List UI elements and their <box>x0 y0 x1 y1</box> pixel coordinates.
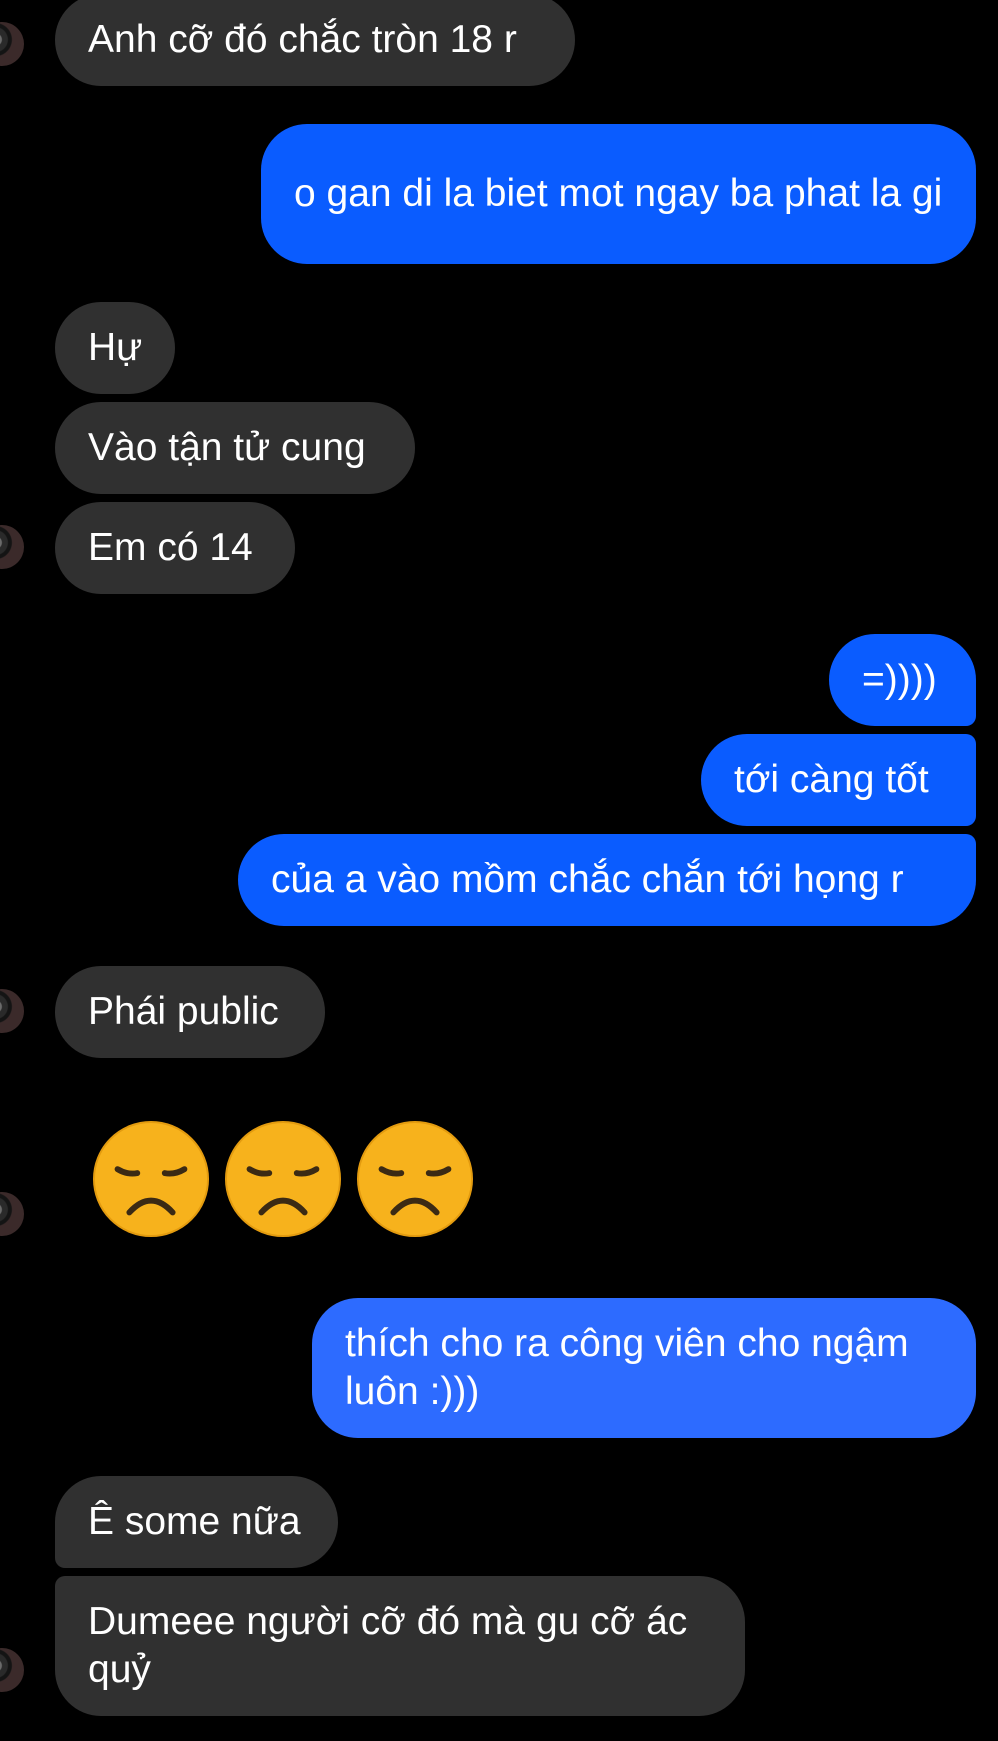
message-text: =)))) <box>862 658 937 701</box>
message-text: Hự <box>88 326 143 369</box>
emoji-message[interactable] <box>92 1120 474 1238</box>
message-text: của a vào mồm chắc chắn tới họng r <box>271 858 904 901</box>
message-text: tới càng tốt <box>734 758 929 801</box>
message-text: Phái public <box>88 990 279 1033</box>
sent-message-bubble[interactable]: của a vào mồm chắc chắn tới họng r <box>238 834 976 926</box>
message-text: Ê some nữa <box>88 1500 301 1543</box>
message-text: Em có 14 <box>88 526 253 569</box>
sent-message-bubble[interactable]: tới càng tốt <box>701 734 976 826</box>
received-message-bubble[interactable]: Ê some nữa <box>55 1476 338 1568</box>
contact-avatar[interactable] <box>0 1648 24 1692</box>
received-message-bubble[interactable]: Dumeee người cỡ đó mà gu cỡ ác quỷ <box>55 1576 745 1716</box>
contact-avatar[interactable] <box>0 22 24 66</box>
contact-avatar[interactable] <box>0 525 24 569</box>
received-message-bubble[interactable]: Phái public <box>55 966 325 1058</box>
received-message-bubble[interactable]: Vào tận tử cung <box>55 402 415 494</box>
message-text: o gan di la biet mot ngay ba phat la gi <box>294 172 943 215</box>
sent-message-bubble[interactable]: =)))) <box>829 634 976 726</box>
sent-message-bubble[interactable]: o gan di la biet mot ngay ba phat la gi <box>261 124 976 264</box>
disappointed-face-icon <box>224 1120 342 1238</box>
received-message-bubble[interactable]: Hự <box>55 302 175 394</box>
message-text: Vào tận tử cung <box>88 426 366 469</box>
message-text: thích cho ra công viên cho ngậm luôn :))… <box>345 1322 909 1413</box>
contact-avatar[interactable] <box>0 989 24 1033</box>
message-text: Dumeee người cỡ đó mà gu cỡ ác quỷ <box>88 1600 688 1691</box>
disappointed-face-icon <box>356 1120 474 1238</box>
sent-message-bubble[interactable]: thích cho ra công viên cho ngậm luôn :))… <box>312 1298 976 1438</box>
message-text: Anh cỡ đó chắc tròn 18 r <box>88 18 517 61</box>
received-message-bubble[interactable]: Em có 14 <box>55 502 295 594</box>
contact-avatar[interactable] <box>0 1192 24 1236</box>
received-message-bubble[interactable]: Anh cỡ đó chắc tròn 18 r <box>55 0 575 86</box>
disappointed-face-icon <box>92 1120 210 1238</box>
